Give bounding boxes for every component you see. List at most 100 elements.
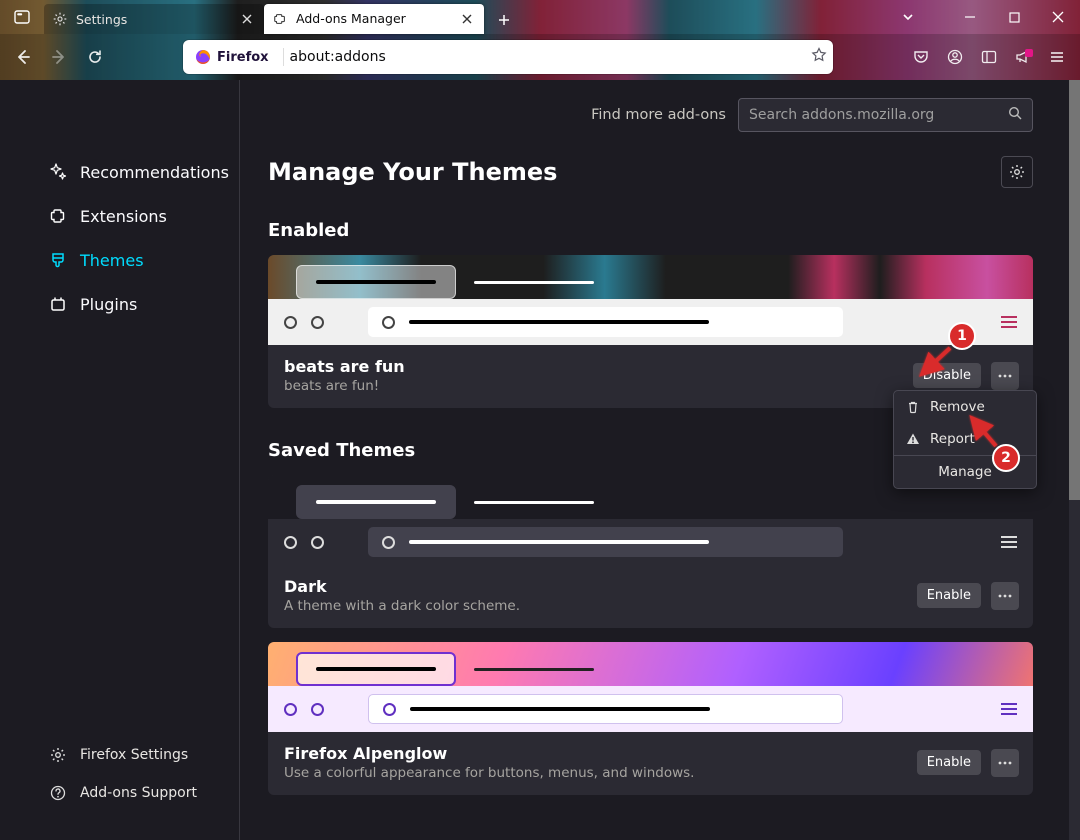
- dots-icon: [998, 374, 1012, 378]
- tab-close-button[interactable]: [458, 10, 476, 28]
- tab-addons-manager[interactable]: Add-ons Manager: [264, 4, 484, 34]
- window-minimize-button[interactable]: [948, 2, 992, 32]
- annotation-badge-2: 2: [992, 444, 1020, 472]
- theme-preview[interactable]: [268, 255, 1033, 345]
- tab-strip-right: [886, 0, 1080, 34]
- search-placeholder: Search addons.mozilla.org: [749, 107, 934, 123]
- more-options-button[interactable]: [991, 749, 1019, 777]
- theme-name: Dark: [284, 577, 907, 596]
- theme-description: beats are fun!: [284, 378, 903, 394]
- plus-icon: [498, 14, 510, 26]
- sidebar-label: Themes: [80, 251, 144, 270]
- identity-label: Firefox: [217, 50, 269, 65]
- theme-card-alpenglow: Firefox Alpenglow Use a colorful appeara…: [268, 642, 1033, 795]
- sidebar-item-extensions[interactable]: Extensions: [0, 194, 239, 238]
- minimize-icon: [964, 11, 976, 23]
- sidebar-label: Recommendations: [80, 163, 229, 182]
- panel-icon: [981, 49, 997, 65]
- theme-card-dark: Dark A theme with a dark color scheme. E…: [268, 475, 1033, 628]
- save-to-pocket-button[interactable]: [906, 42, 936, 72]
- bookmark-star-button[interactable]: [811, 47, 827, 67]
- section-title-enabled: Enabled: [268, 220, 1033, 241]
- account-icon: [947, 49, 963, 65]
- maximize-icon: [1009, 12, 1020, 23]
- dots-icon: [998, 594, 1012, 598]
- help-icon: [48, 783, 68, 803]
- list-all-tabs-button[interactable]: [886, 2, 930, 32]
- scrollbar[interactable]: [1069, 80, 1080, 840]
- context-menu: Remove Report Manage: [893, 390, 1037, 489]
- identity-box[interactable]: Firefox: [187, 47, 277, 67]
- enable-button[interactable]: Enable: [917, 583, 981, 608]
- trash-icon: [906, 400, 920, 414]
- scrollbar-thumb[interactable]: [1069, 80, 1080, 500]
- tab-label: Add-ons Manager: [296, 11, 406, 26]
- more-options-button[interactable]: [991, 582, 1019, 610]
- gear-icon: [52, 11, 68, 27]
- app-menu-button[interactable]: [1042, 42, 1072, 72]
- back-button[interactable]: [8, 42, 38, 72]
- close-icon: [1052, 11, 1064, 23]
- sidebar-label: Extensions: [80, 207, 167, 226]
- window-close-button[interactable]: [1036, 2, 1080, 32]
- tab-settings[interactable]: Settings: [44, 4, 264, 34]
- page-header: Manage Your Themes: [268, 156, 1033, 188]
- context-menu-label: Manage: [938, 464, 992, 480]
- sidebar-item-themes[interactable]: Themes: [0, 238, 239, 282]
- theme-name: Firefox Alpenglow: [284, 744, 907, 763]
- sparkle-icon: [48, 162, 68, 182]
- sidebar-item-recommendations[interactable]: Recommendations: [0, 150, 239, 194]
- reload-button[interactable]: [80, 42, 110, 72]
- arrow-right-icon: [51, 49, 67, 65]
- plugin-icon: [48, 294, 68, 314]
- app-menu-button-extra[interactable]: [974, 42, 1004, 72]
- warning-icon: [906, 432, 920, 446]
- url-text: about:addons: [290, 49, 386, 65]
- page-settings-button[interactable]: [1001, 156, 1033, 188]
- window-maximize-button[interactable]: [992, 2, 1036, 32]
- tab-strip-spaces-button[interactable]: [0, 0, 44, 34]
- tab-label: Settings: [76, 12, 127, 27]
- search-icon: [1008, 106, 1022, 124]
- arrow-left-icon: [15, 49, 31, 65]
- sidebar-label: Plugins: [80, 295, 137, 314]
- sidebar-label: Add-ons Support: [80, 785, 197, 801]
- sidebar-item-plugins[interactable]: Plugins: [0, 282, 239, 326]
- more-options-button[interactable]: [991, 362, 1019, 390]
- notification-badge: [1025, 49, 1033, 57]
- close-icon: [242, 14, 252, 24]
- sidebar-bottom: Firefox Settings Add-ons Support: [0, 736, 239, 840]
- panel-icon: [14, 9, 30, 25]
- new-tab-button[interactable]: [490, 6, 518, 34]
- sidebar-item-addons-support[interactable]: Add-ons Support: [0, 774, 239, 812]
- forward-button[interactable]: [44, 42, 74, 72]
- firefox-icon: [195, 49, 211, 65]
- theme-description: Use a colorful appearance for buttons, m…: [284, 765, 907, 781]
- account-button[interactable]: [940, 42, 970, 72]
- find-more-label: Find more add-ons: [591, 107, 726, 123]
- theme-description: A theme with a dark color scheme.: [284, 598, 907, 614]
- annotation-arrow-1: [916, 344, 956, 388]
- gear-icon: [1009, 164, 1025, 180]
- enable-button[interactable]: Enable: [917, 750, 981, 775]
- sidebar-item-firefox-settings[interactable]: Firefox Settings: [0, 736, 239, 774]
- hamburger-icon: [1049, 49, 1065, 65]
- search-addons-input[interactable]: Search addons.mozilla.org: [738, 98, 1033, 132]
- tab-strip: Settings Add-ons Manager: [0, 0, 1080, 34]
- whats-new-button[interactable]: [1008, 42, 1038, 72]
- url-bar[interactable]: Firefox about:addons: [183, 40, 833, 74]
- star-icon: [811, 47, 827, 63]
- sidebar: Recommendations Extensions Themes Plugin…: [0, 80, 240, 840]
- nav-toolbar: Firefox about:addons: [0, 34, 1080, 80]
- extension-icon: [272, 11, 288, 27]
- theme-name: beats are fun: [284, 357, 903, 376]
- urlbar-separator: [283, 48, 284, 66]
- reload-icon: [87, 49, 103, 65]
- close-icon: [462, 14, 472, 24]
- tab-close-button[interactable]: [238, 10, 256, 28]
- dots-icon: [998, 761, 1012, 765]
- context-menu-remove[interactable]: Remove: [894, 391, 1036, 423]
- brush-icon: [48, 250, 68, 270]
- pocket-icon: [913, 49, 929, 65]
- theme-preview[interactable]: [268, 642, 1033, 732]
